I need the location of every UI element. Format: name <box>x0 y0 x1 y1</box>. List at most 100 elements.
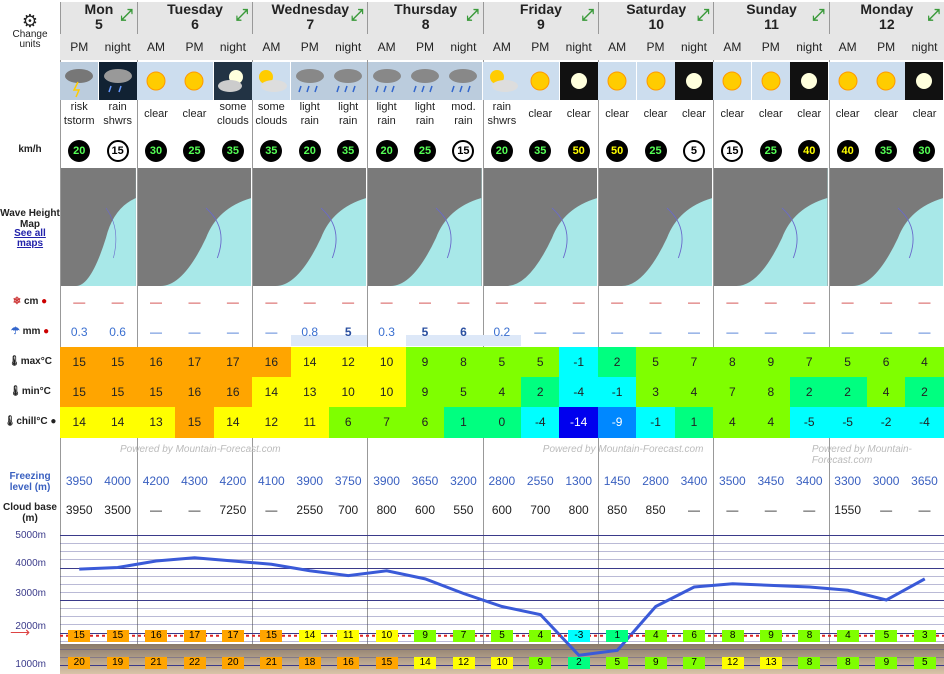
altitude-temp-chip: 15 <box>375 657 398 669</box>
temp-cell: 10 <box>367 347 406 378</box>
altitude-temp-chip: 8 <box>721 629 744 642</box>
expand-arrow-icon[interactable]: ⤢ <box>697 8 710 24</box>
period-label: PM <box>416 40 434 54</box>
period-label: night <box>796 40 823 54</box>
temp-cell: -9 <box>597 407 637 438</box>
rain-cell: — <box>572 325 585 339</box>
wave-map-image[interactable] <box>714 168 828 286</box>
weather-desc: clear <box>758 108 783 120</box>
cloud-night-icon <box>213 62 252 100</box>
wind-arrow-icon: 15 <box>106 140 129 162</box>
freezing-cell: 3500 <box>719 474 746 488</box>
weather-desc: risk tstorm <box>63 101 95 127</box>
temp-cell: 5 <box>482 347 522 378</box>
altitude-temp-chip: 12 <box>721 657 744 669</box>
freezing-cell: 4100 <box>257 474 285 488</box>
rain-icon <box>329 62 368 100</box>
period-label: night <box>104 40 131 54</box>
wave-map-image[interactable] <box>368 168 482 286</box>
altitude-temp-chip: 1 <box>606 629 629 642</box>
wind-cell: 15 <box>713 136 751 166</box>
powered-by-text[interactable]: Powered by Mountain-Forecast.com <box>543 444 704 455</box>
snow-cell: — <box>150 295 163 309</box>
snow-cell: — <box>649 295 662 309</box>
rain-cell: — <box>918 325 931 339</box>
weather-desc: some clouds <box>255 101 288 127</box>
temp-cell: 2 <box>790 377 829 408</box>
day-header[interactable]: Monday 12 ⤢ <box>828 2 944 34</box>
temp-cell: 14 <box>98 407 137 438</box>
weather-desc: clear <box>605 108 630 120</box>
cloud-base-label: Cloud base (m) <box>3 502 57 524</box>
temp-cell: 2 <box>597 347 637 378</box>
temp-cell: -14 <box>559 407 598 438</box>
change-units-button[interactable]: ⚙ Change units <box>0 12 60 50</box>
wave-map-image[interactable] <box>253 168 367 286</box>
min-temp-unit: min°C <box>21 386 51 397</box>
wave-map-image[interactable] <box>61 168 136 286</box>
moon-icon <box>559 62 598 100</box>
powered-by-text[interactable]: Powered by Mountain-Forecast.com <box>812 444 944 466</box>
wave-map-image[interactable] <box>137 168 252 286</box>
day-header[interactable]: Thursday 8 ⤢ <box>367 2 483 34</box>
cloud-cell: — <box>188 503 201 517</box>
weather-desc: clear <box>682 108 706 120</box>
freezing-cell: 3000 <box>872 474 900 488</box>
expand-arrow-icon[interactable]: ⤢ <box>120 8 133 24</box>
day-header[interactable]: Saturday 10 ⤢ <box>598 2 714 34</box>
wave-map-image[interactable] <box>483 168 598 286</box>
temp-cell: -4 <box>559 377 598 408</box>
wind-cell: 20 <box>367 136 405 166</box>
snow-cell: — <box>495 295 508 309</box>
wind-arrow-icon: 25 <box>644 140 667 162</box>
temp-cell: 15 <box>98 347 137 378</box>
temp-cell: 14 <box>60 407 99 438</box>
info-icon[interactable]: ● <box>41 296 47 307</box>
period-label: PM <box>646 40 665 54</box>
expand-arrow-icon[interactable]: ⤢ <box>927 8 940 24</box>
wind-cell: 15 <box>444 136 482 166</box>
cloud-cell: 600 <box>414 503 436 517</box>
temp-cell: -2 <box>866 407 906 438</box>
day-header[interactable]: Wednesday 7 ⤢ <box>252 2 368 34</box>
expand-arrow-icon[interactable]: ⤢ <box>235 8 248 24</box>
altitude-temp-chip: 9 <box>644 657 667 669</box>
sun-icon <box>598 62 637 100</box>
altitude-temp-chip: 10 <box>491 657 513 669</box>
wind-arrow-icon: 35 <box>337 140 360 162</box>
storm-icon <box>60 62 99 100</box>
see-all-maps-link[interactable]: See all maps <box>0 229 60 249</box>
freezing-cell: 3400 <box>795 474 823 488</box>
wind-cell: 30 <box>905 136 943 166</box>
expand-arrow-icon[interactable]: ⤢ <box>351 8 364 24</box>
wind-arrow-icon: 35 <box>260 140 283 162</box>
temp-cell: 16 <box>213 377 253 408</box>
altitude-temp-chip: 16 <box>145 629 168 642</box>
wave-map-image[interactable] <box>599 168 713 286</box>
temp-cell: -5 <box>828 407 867 438</box>
expand-arrow-icon[interactable]: ⤢ <box>812 8 825 24</box>
freezing-row: 3950 4000 4200 4300 4200 4100 3900 3750 3900 3650… <box>60 470 944 492</box>
rain-cell: 5 <box>405 318 445 346</box>
powered-by-text[interactable]: Powered by Mountain-Forecast.com <box>120 444 281 455</box>
expand-arrow-icon[interactable]: ⤢ <box>466 8 479 24</box>
wave-map-image[interactable] <box>829 168 943 286</box>
temp-cell: 4 <box>751 407 791 438</box>
temp-cell: 5 <box>444 377 483 408</box>
altitude-temp-chip: 19 <box>106 657 129 669</box>
weather-desc: clear <box>528 108 553 120</box>
altitude-temp-chip: 9 <box>414 629 437 642</box>
rain-cell: 5 <box>328 318 368 346</box>
day-header[interactable]: Mon 5 ⤢ <box>60 2 137 34</box>
cloud-cell: 550 <box>453 503 474 517</box>
day-header[interactable]: Sunday 11 ⤢ <box>713 2 829 34</box>
day-header[interactable]: Tuesday 6 ⤢ <box>136 2 253 34</box>
expand-arrow-icon[interactable]: ⤢ <box>581 8 594 24</box>
wind-arrow-icon: 25 <box>183 140 206 162</box>
info-icon[interactable]: ● <box>50 416 56 427</box>
wind-cell: 35 <box>252 136 290 166</box>
info-icon[interactable]: ● <box>43 326 49 337</box>
day-header[interactable]: Friday 9 ⤢ <box>482 2 599 34</box>
wind-cell: 50 <box>559 136 597 166</box>
freezing-cell: 3950 <box>65 474 93 488</box>
